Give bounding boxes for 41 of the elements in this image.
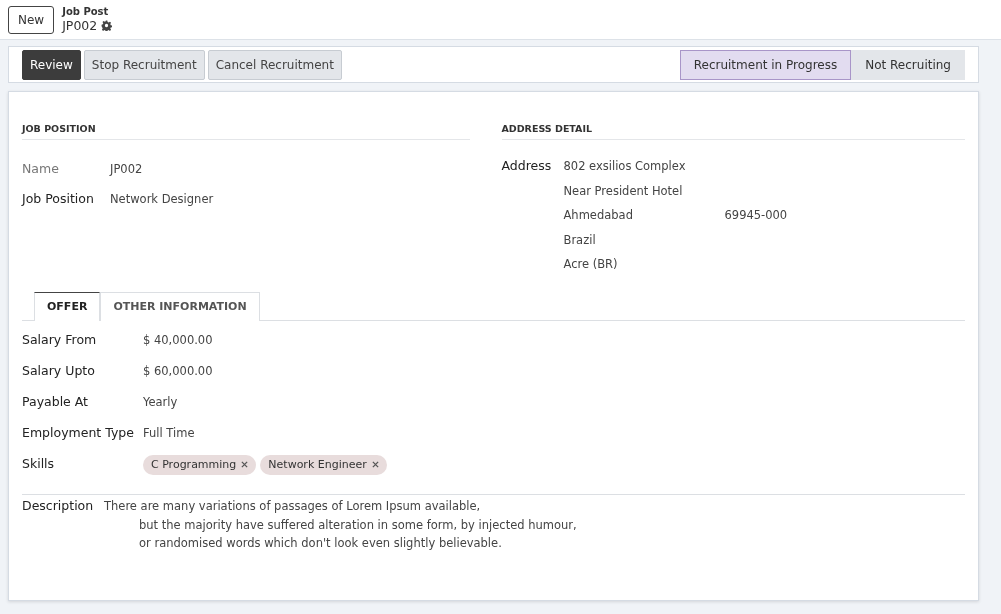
address-line: 802 exsilios Complex xyxy=(563,158,687,176)
field-label: Name xyxy=(22,159,60,178)
description-text: but the majority have suffered alteration in some form, by injected humour, xyxy=(138,517,578,534)
field-value: Full Time xyxy=(143,425,195,443)
field-value: $ 60,000.00 xyxy=(143,363,213,381)
skill-tag: Network Engineer xyxy=(260,454,387,475)
field-label: Job Position xyxy=(22,189,95,208)
status-stage[interactable]: Not Recruiting xyxy=(851,49,965,80)
section-heading: JOB POSITION xyxy=(22,122,470,141)
tab[interactable]: OFFER xyxy=(34,291,101,322)
address-line: Near President Hotel xyxy=(563,182,684,200)
action-button[interactable]: Stop Recruitment xyxy=(83,49,205,80)
skill-tag: C Programming xyxy=(143,454,257,475)
tab[interactable]: OTHER INFORMATION xyxy=(100,291,260,322)
record-name: JP002 xyxy=(62,18,98,33)
field-value: Network Designer xyxy=(110,190,214,208)
field-value: Yearly xyxy=(143,394,178,412)
field-label: Address xyxy=(501,157,553,176)
address-line: Acre (BR) xyxy=(563,256,619,274)
new-button[interactable]: New xyxy=(8,5,55,34)
action-button[interactable]: Cancel Recruitment xyxy=(207,49,342,80)
review-button[interactable]: Review xyxy=(22,49,81,80)
field-label: Salary Upto xyxy=(22,362,96,381)
field-label: Employment Type xyxy=(22,424,135,443)
field-label: Payable At xyxy=(22,393,89,412)
breadcrumb[interactable]: Job Post xyxy=(62,6,113,18)
field-label: Salary From xyxy=(22,331,98,350)
remove-icon[interactable] xyxy=(241,461,249,469)
zip-code: 69945-000 xyxy=(724,207,788,225)
field-value: $ 40,000.00 xyxy=(143,332,213,350)
address-line: Brazil xyxy=(563,231,597,249)
field-value: JP002 xyxy=(110,160,143,178)
remove-icon[interactable] xyxy=(371,461,379,469)
field-label: Skills xyxy=(22,455,56,474)
settings-icon[interactable] xyxy=(101,20,113,31)
status-stage[interactable]: Recruitment in Progress xyxy=(679,49,852,80)
section-heading: ADDRESS DETAIL xyxy=(501,122,965,141)
address-line: Ahmedabad xyxy=(563,207,634,225)
field-label: Description xyxy=(22,497,95,516)
description-text: There are many variations of passages of Lorem Ipsum available, xyxy=(104,498,481,516)
description-text: or randomised words which don't look even slightly believable. xyxy=(138,535,503,552)
